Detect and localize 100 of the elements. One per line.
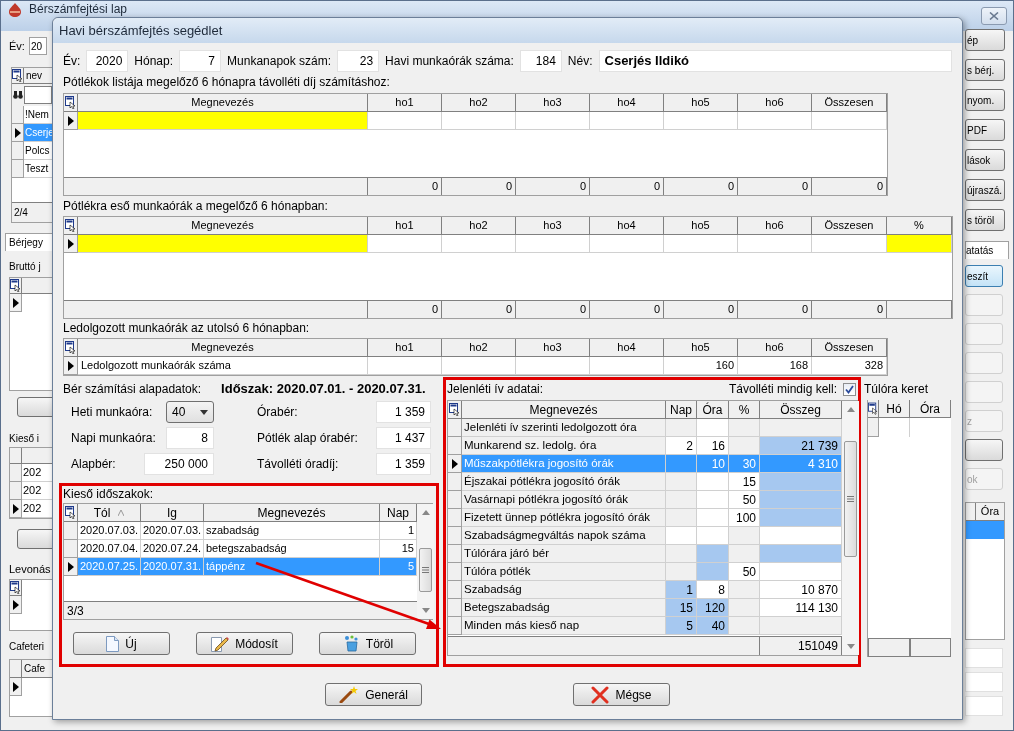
column-header[interactable]: % bbox=[729, 401, 760, 419]
grid-menu-icon[interactable] bbox=[868, 402, 878, 415]
checkbox[interactable] bbox=[843, 382, 856, 396]
toolbar-button[interactable]: nyom. bbox=[965, 89, 1005, 111]
toolbar-button[interactable]: újraszá. bbox=[965, 179, 1005, 201]
toolbar-button[interactable]: lások bbox=[965, 149, 1005, 171]
column-header[interactable]: nev bbox=[24, 68, 52, 84]
input-field[interactable]: 184 bbox=[519, 50, 562, 72]
row-pointer-icon bbox=[67, 561, 74, 572]
column-header[interactable]: % bbox=[887, 217, 952, 235]
column-header[interactable]: ho1 bbox=[368, 339, 442, 357]
search-field[interactable] bbox=[24, 86, 52, 104]
column-header[interactable]: Összesen bbox=[812, 339, 887, 357]
input-field[interactable] bbox=[965, 672, 1003, 692]
toolbar-button[interactable]: s bérj. bbox=[965, 59, 1005, 81]
grid-menu-icon[interactable] bbox=[10, 279, 21, 292]
dialog-button[interactable]: Generál bbox=[325, 683, 422, 706]
column-header[interactable]: Óra bbox=[697, 401, 729, 419]
scroll-thumb[interactable] bbox=[844, 441, 857, 557]
scrollbar[interactable] bbox=[417, 504, 434, 619]
scrollbar[interactable] bbox=[842, 401, 859, 655]
table-cell: 114 130 bbox=[760, 599, 842, 617]
column-header[interactable]: Megnevezés bbox=[78, 339, 368, 357]
scroll-up-icon[interactable] bbox=[846, 407, 855, 412]
scroll-down-icon[interactable] bbox=[421, 608, 430, 613]
column-header[interactable]: ho4 bbox=[590, 339, 664, 357]
action-button[interactable] bbox=[965, 439, 1003, 461]
column-header[interactable]: ho1 bbox=[368, 217, 442, 235]
column-header[interactable]: ho3 bbox=[516, 94, 590, 112]
column-header[interactable]: ho1 bbox=[368, 94, 442, 112]
grid-menu-icon[interactable] bbox=[65, 219, 76, 232]
column-header[interactable]: Összesen bbox=[812, 217, 887, 235]
input-field[interactable]: 1 437 bbox=[376, 427, 431, 449]
column-header[interactable]: Összeg bbox=[760, 401, 842, 419]
scroll-down-icon[interactable] bbox=[846, 644, 855, 649]
input-field[interactable]: 2020 bbox=[86, 50, 129, 72]
toolbar-button[interactable]: s töröl bbox=[965, 209, 1005, 231]
column-header[interactable]: Tól bbox=[78, 504, 141, 522]
period-label: Időszak: 2020.07.01. - 2020.07.31. bbox=[221, 380, 426, 399]
column-header[interactable]: Ig bbox=[141, 504, 204, 522]
tab[interactable]: atatás bbox=[965, 241, 1009, 259]
input-field[interactable]: 1 359 bbox=[376, 453, 431, 475]
grid-menu-icon[interactable] bbox=[12, 69, 23, 82]
column-header[interactable]: ho6 bbox=[738, 217, 812, 235]
scroll-up-icon[interactable] bbox=[421, 510, 430, 515]
field-label: Hónap: bbox=[134, 53, 174, 70]
action-button[interactable]: Új bbox=[73, 632, 170, 655]
action-button[interactable]: Töröl bbox=[319, 632, 416, 655]
column-header[interactable]: Óra bbox=[910, 400, 951, 418]
input-field[interactable]: 20 bbox=[28, 37, 47, 55]
input-field[interactable]: 23 bbox=[337, 50, 380, 72]
column-header[interactable]: Óra bbox=[976, 503, 1004, 521]
table-cell: Cserje bbox=[24, 124, 54, 142]
column-header[interactable]: ho6 bbox=[738, 339, 812, 357]
grid-menu-icon[interactable] bbox=[10, 581, 21, 594]
input-field[interactable]: 1 359 bbox=[376, 401, 431, 423]
grid-menu-icon[interactable] bbox=[65, 96, 76, 109]
input-field[interactable]: Cserjés Ildikó bbox=[598, 50, 952, 72]
column-header[interactable]: ho4 bbox=[590, 94, 664, 112]
input-field[interactable] bbox=[965, 696, 1003, 716]
table-cell: táppénz bbox=[204, 558, 380, 576]
column-header[interactable]: Megnevezés bbox=[462, 401, 666, 419]
column-header[interactable]: ho3 bbox=[516, 217, 590, 235]
column-header[interactable]: ho2 bbox=[442, 339, 516, 357]
close-button[interactable] bbox=[981, 7, 1007, 25]
input-field[interactable]: 8 bbox=[166, 427, 214, 449]
column-header[interactable]: ho4 bbox=[590, 217, 664, 235]
column-header[interactable]: Nap bbox=[380, 504, 417, 522]
column-header[interactable]: Összesen bbox=[812, 94, 887, 112]
column-header[interactable]: ho3 bbox=[516, 339, 590, 357]
input-field[interactable] bbox=[965, 648, 1003, 668]
table-cell: 50 bbox=[729, 563, 760, 581]
column-header[interactable]: Hó bbox=[879, 400, 910, 418]
toolbar-button[interactable]: ép bbox=[965, 29, 1005, 51]
input-field[interactable]: 7 bbox=[179, 50, 222, 72]
column-header[interactable]: ho2 bbox=[442, 217, 516, 235]
action-button[interactable]: Módosít bbox=[196, 632, 293, 655]
grid-menu-icon[interactable] bbox=[65, 506, 76, 519]
dialog-button[interactable]: Mégse bbox=[573, 683, 670, 706]
action-button[interactable]: eszít bbox=[965, 265, 1003, 287]
table-cell: 328 bbox=[812, 357, 887, 375]
scroll-thumb[interactable] bbox=[419, 548, 432, 592]
grid-menu-icon[interactable] bbox=[65, 341, 76, 354]
column-header[interactable]: Megnevezés bbox=[78, 217, 368, 235]
input-field[interactable]: 250 000 bbox=[144, 453, 214, 475]
column-header[interactable]: Megnevezés bbox=[204, 504, 380, 522]
column-header[interactable]: Cafe bbox=[22, 660, 52, 678]
column-header[interactable] bbox=[22, 448, 52, 464]
column-header[interactable]: ho6 bbox=[738, 94, 812, 112]
column-header[interactable]: Megnevezés bbox=[78, 94, 368, 112]
grid-menu-icon[interactable] bbox=[449, 403, 460, 416]
column-header[interactable]: ho5 bbox=[664, 339, 738, 357]
column-header[interactable]: ho5 bbox=[664, 94, 738, 112]
dropdown[interactable]: 40 bbox=[166, 401, 214, 423]
table-cell: 168 bbox=[738, 357, 812, 375]
column-header[interactable]: Nap bbox=[666, 401, 697, 419]
tab[interactable]: Bérjegy bbox=[5, 233, 53, 251]
column-header[interactable]: ho2 bbox=[442, 94, 516, 112]
toolbar-button[interactable]: PDF bbox=[965, 119, 1005, 141]
column-header[interactable]: ho5 bbox=[664, 217, 738, 235]
